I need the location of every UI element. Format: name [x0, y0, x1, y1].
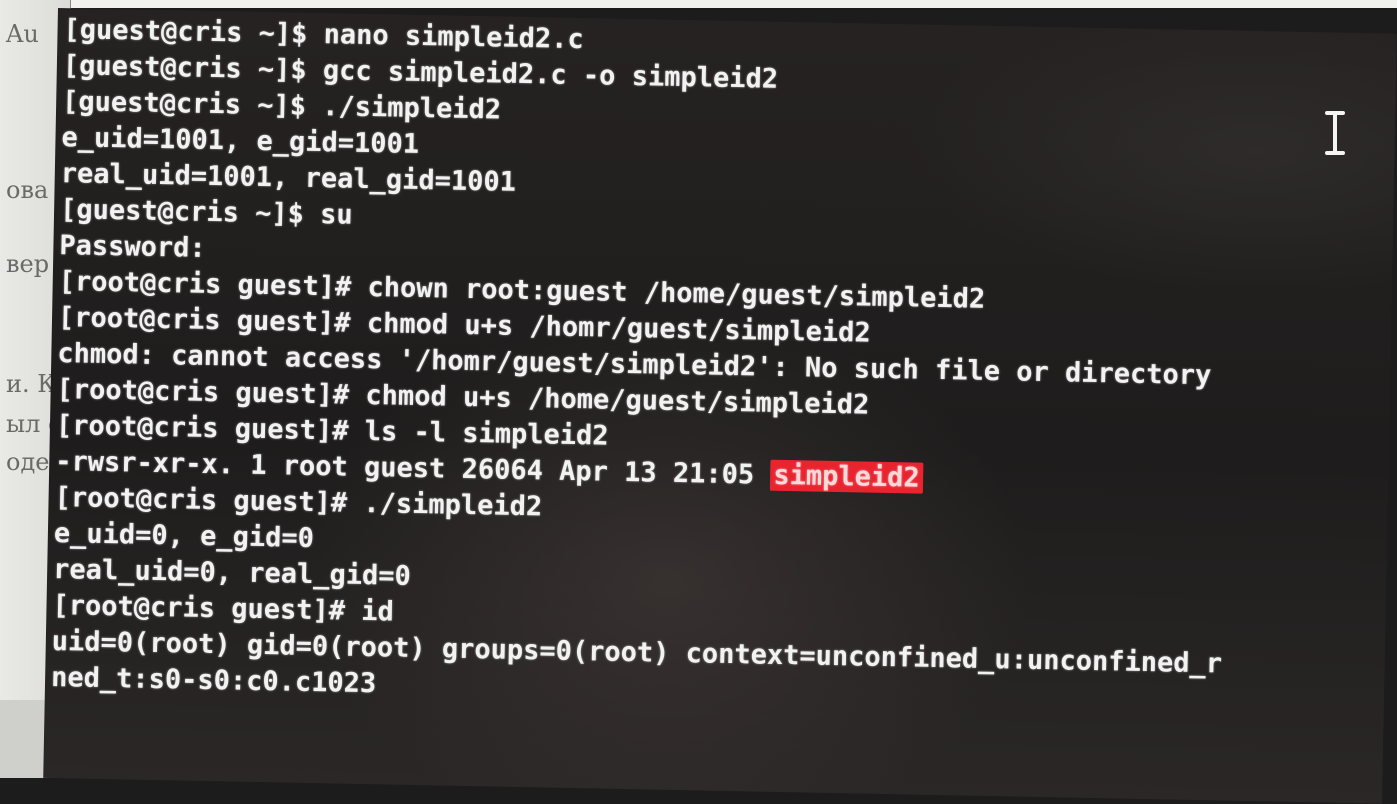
- terminal-line: e_uid=1001, e_gid=1001: [61, 122, 420, 160]
- terminal-window[interactable]: [guest@cris ~]$ nano simpleid2.c [guest@…: [43, 8, 1397, 804]
- terminal-line: ned_t:s0-s0:c0.c1023: [50, 661, 377, 700]
- background-text-fragment: ова: [6, 176, 49, 204]
- background-text-fragment: Au: [6, 20, 39, 48]
- background-document-top: [0, 0, 1397, 8]
- terminal-line: Password:: [59, 230, 207, 264]
- highlighted-filename: simpleid2: [770, 459, 923, 494]
- text-cursor-icon: [1325, 111, 1345, 155]
- terminal-line: real_uid=0, real_gid=0: [52, 554, 412, 592]
- background-text-fragment: вер: [6, 250, 50, 278]
- background-text-fragment: оде: [6, 448, 50, 476]
- terminal-line: [root@cris guest]# id: [52, 590, 395, 628]
- terminal-line: e_uid=0, e_gid=0: [53, 518, 315, 555]
- background-text-fragment: и. К: [6, 370, 56, 398]
- terminal-line: [guest@cris ~]$ su: [59, 194, 353, 231]
